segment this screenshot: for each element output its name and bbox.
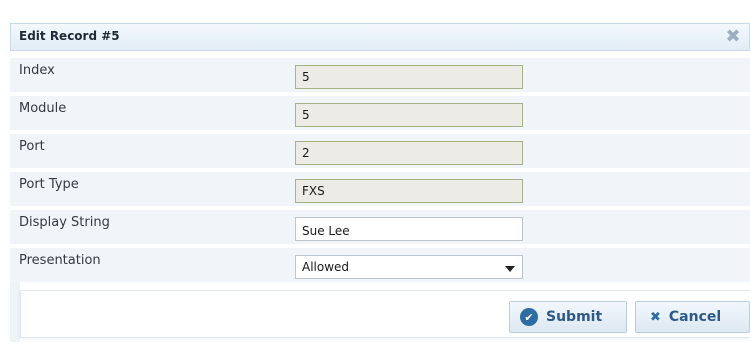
footer-side-strip — [10, 282, 20, 342]
x-icon: ✖ — [650, 309, 661, 325]
dialog-footer: ✔ Submit ✖ Cancel — [20, 290, 750, 338]
dialog-titlebar: Edit Record #5 ✖ — [10, 23, 750, 51]
presentation-selected-value: Allowed — [302, 260, 350, 274]
close-icon[interactable]: ✖ — [723, 27, 743, 47]
port-label: Port — [19, 139, 45, 154]
cancel-button[interactable]: ✖ Cancel — [635, 301, 750, 333]
dialog-title: Edit Record #5 — [19, 29, 120, 43]
field-row-display-string: Display String — [10, 210, 750, 244]
port-type-label: Port Type — [19, 177, 79, 192]
cancel-label: Cancel — [668, 309, 722, 325]
edit-record-dialog: Edit Record #5 ✖ Index 5 Module 5 Port 2… — [0, 0, 750, 349]
index-label: Index — [19, 63, 55, 78]
field-row-port: Port 2 — [10, 134, 750, 168]
module-field: 5 — [295, 103, 523, 127]
field-row-module: Module 5 — [10, 96, 750, 130]
field-row-index: Index 5 — [10, 58, 750, 92]
field-row-port-type: Port Type FXS — [10, 172, 750, 206]
port-field: 2 — [295, 141, 523, 165]
display-string-label: Display String — [19, 215, 110, 230]
submit-label: Submit — [546, 309, 603, 325]
module-label: Module — [19, 101, 67, 116]
presentation-select[interactable]: Allowed — [295, 255, 523, 279]
field-row-presentation: Presentation Allowed — [10, 248, 750, 282]
presentation-label: Presentation — [19, 253, 101, 268]
display-string-input[interactable] — [295, 217, 523, 241]
index-field: 5 — [295, 65, 523, 89]
submit-button[interactable]: ✔ Submit — [509, 301, 627, 333]
chevron-down-icon — [505, 266, 515, 272]
check-circle-icon: ✔ — [520, 308, 538, 326]
port-type-field: FXS — [295, 179, 523, 203]
